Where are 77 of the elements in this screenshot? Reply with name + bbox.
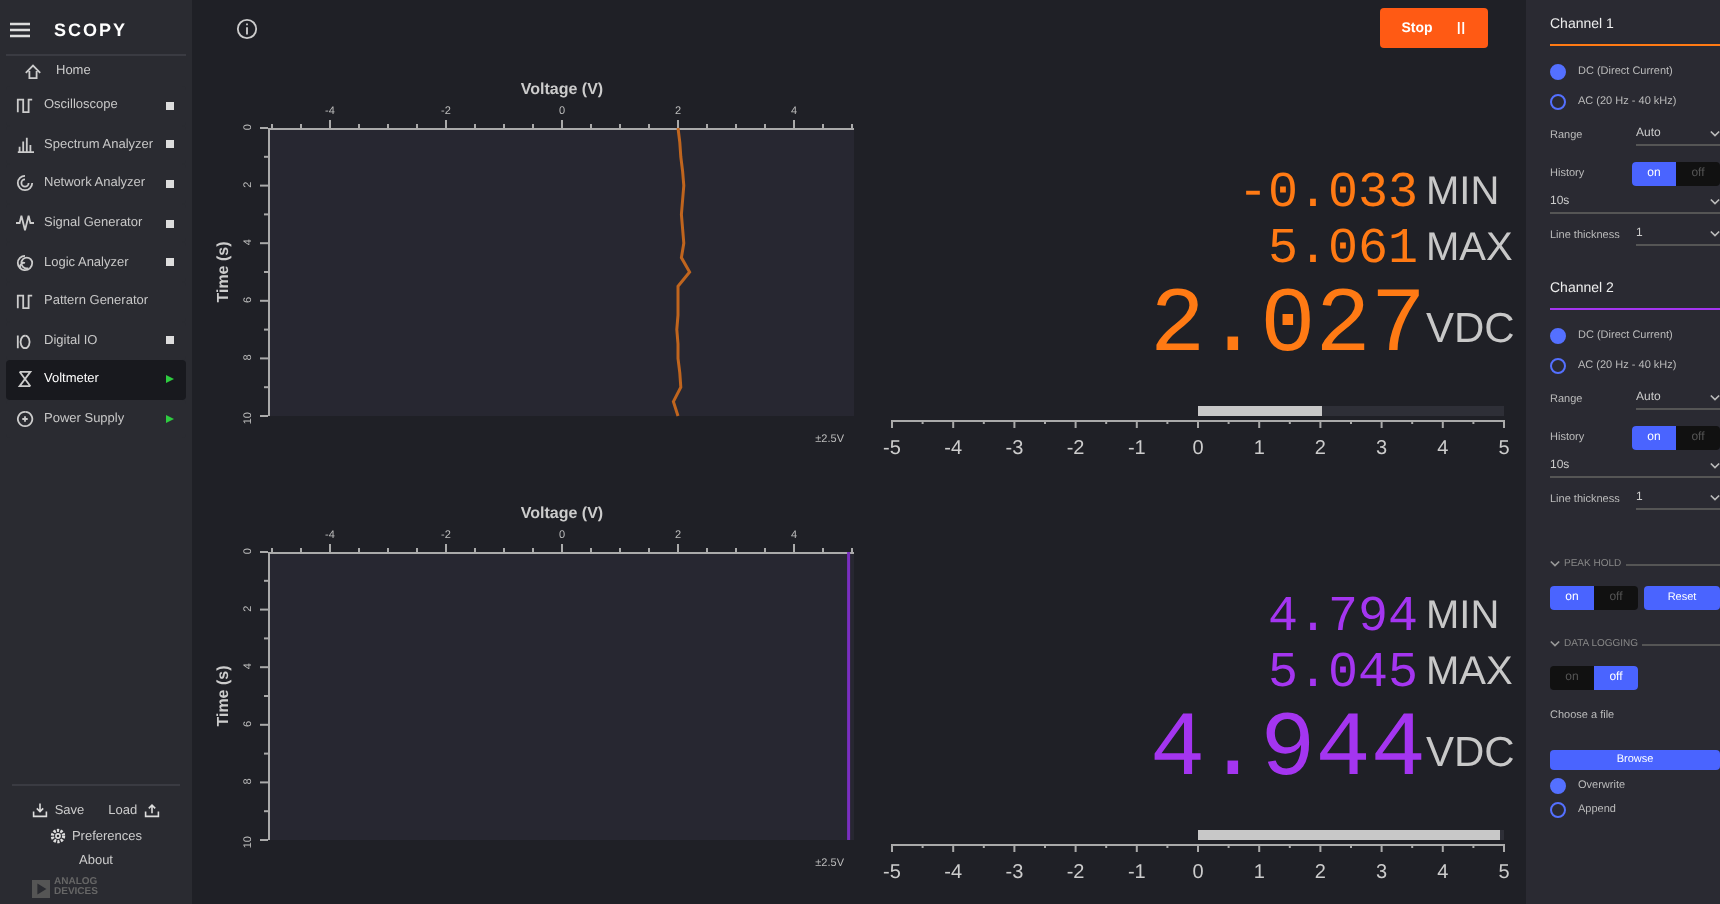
scale-label: 5 bbox=[1498, 862, 1510, 884]
scale-label: -2 bbox=[1066, 438, 1085, 460]
scale-label: -4 bbox=[944, 438, 963, 460]
round-icon bbox=[16, 410, 34, 429]
chevron-icon bbox=[1710, 198, 1720, 206]
stopped-indicator bbox=[166, 140, 174, 149]
voltage-reading: 2.027 bbox=[1149, 280, 1426, 372]
download-icon bbox=[32, 802, 49, 818]
scale-label: 5 bbox=[1498, 438, 1510, 460]
gear-icon bbox=[49, 828, 66, 844]
scale-label: 1 bbox=[1253, 438, 1265, 460]
scale-label: 3 bbox=[1376, 862, 1388, 884]
axis-title: Voltage (V) bbox=[520, 504, 604, 522]
scale-label: 4 bbox=[1437, 862, 1449, 884]
stopped-indicator bbox=[166, 101, 174, 110]
home-icon bbox=[24, 62, 42, 80]
ring-icon bbox=[16, 174, 34, 193]
stopped-indicator bbox=[166, 179, 174, 188]
bar-chart-icon bbox=[16, 135, 34, 154]
scale-label: 2 bbox=[1314, 862, 1326, 884]
app-logo: SCOPY bbox=[54, 20, 128, 40]
axis-title: Time (s) bbox=[214, 665, 232, 727]
min-reading: 4.794 bbox=[1267, 591, 1418, 641]
scale-label: -1 bbox=[1127, 438, 1146, 460]
max-reading: 5.045 bbox=[1267, 647, 1418, 697]
scale-label: 4 bbox=[1437, 438, 1449, 460]
chevron-icon[interactable] bbox=[1550, 640, 1560, 648]
pause-icon bbox=[1456, 22, 1467, 34]
scale-label: -3 bbox=[1005, 438, 1024, 460]
scale-label: 3 bbox=[1376, 438, 1388, 460]
scale-label: -5 bbox=[883, 438, 901, 460]
min-reading: -0.033 bbox=[1237, 167, 1418, 217]
square-wave-icon bbox=[16, 292, 34, 311]
axis-title: Voltage (V) bbox=[520, 80, 604, 98]
upload-icon bbox=[143, 802, 160, 818]
radio-button[interactable] bbox=[1550, 778, 1566, 794]
radio-button[interactable] bbox=[1550, 327, 1566, 343]
chevron-icon bbox=[1710, 394, 1720, 402]
scale-label: -1 bbox=[1127, 862, 1146, 884]
chevron-icon bbox=[1710, 230, 1720, 238]
stopped-indicator bbox=[166, 219, 174, 228]
info-icon[interactable] bbox=[236, 17, 258, 39]
chevron-icon bbox=[1710, 462, 1720, 470]
square-wave-icon bbox=[16, 96, 34, 115]
max-reading: 5.061 bbox=[1267, 223, 1418, 273]
play-logo-icon bbox=[32, 879, 50, 897]
hourglass-icon bbox=[16, 370, 34, 389]
running-indicator bbox=[166, 374, 174, 385]
radio-button[interactable] bbox=[1550, 93, 1566, 109]
scale-label: -5 bbox=[883, 862, 901, 884]
scale-label: -2 bbox=[1066, 862, 1085, 884]
min-label: MIN bbox=[1426, 593, 1502, 639]
running-indicator bbox=[166, 414, 174, 425]
scale-label: 0 bbox=[1192, 862, 1204, 884]
wave-icon bbox=[16, 214, 34, 233]
max-label: MAX bbox=[1426, 649, 1510, 695]
menu-icon[interactable] bbox=[10, 22, 30, 38]
radio-button[interactable] bbox=[1550, 802, 1566, 818]
unit-label: VDC bbox=[1426, 730, 1510, 778]
scale-label: 2 bbox=[1314, 438, 1326, 460]
min-label: MIN bbox=[1426, 169, 1502, 215]
stopped-indicator bbox=[166, 258, 174, 267]
scale-label: 0 bbox=[1192, 438, 1204, 460]
unit-label: VDC bbox=[1426, 306, 1510, 354]
radio-button[interactable] bbox=[1550, 63, 1566, 79]
stopped-indicator bbox=[166, 336, 174, 345]
scale-label: -3 bbox=[1005, 862, 1024, 884]
radio-button[interactable] bbox=[1550, 357, 1566, 373]
spiral-icon bbox=[16, 253, 34, 272]
chevron-icon bbox=[1710, 494, 1720, 502]
voltage-reading: 4.944 bbox=[1149, 704, 1426, 796]
chevron-icon bbox=[1710, 130, 1720, 138]
scale-label: 1 bbox=[1253, 862, 1265, 884]
chevron-icon[interactable] bbox=[1550, 560, 1560, 568]
scale-label: -4 bbox=[944, 862, 963, 884]
axis-title: Time (s) bbox=[214, 241, 232, 303]
max-label: MAX bbox=[1426, 225, 1510, 271]
